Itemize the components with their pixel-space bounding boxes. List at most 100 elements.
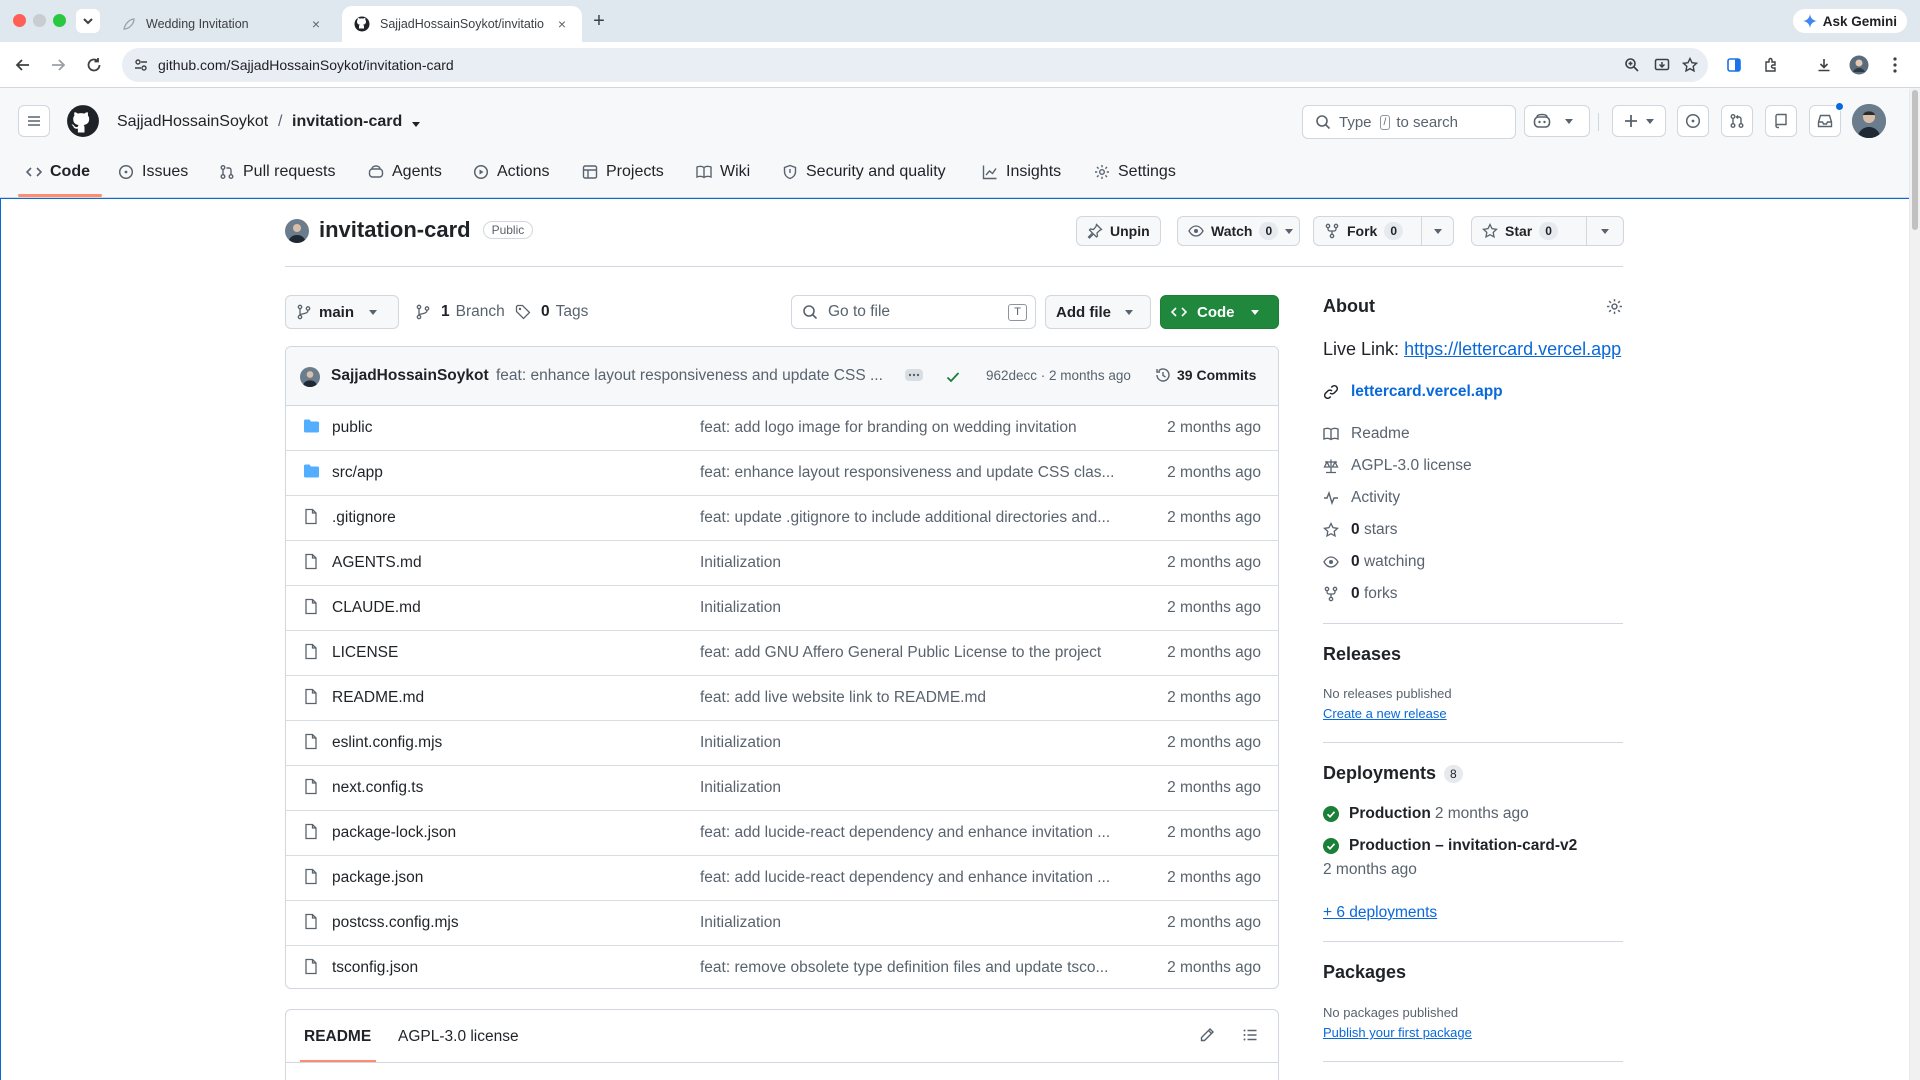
file-name[interactable]: eslint.config.mjs [332, 734, 442, 752]
owner-link[interactable]: SajjadHossainSoykot [117, 113, 268, 131]
minimize-window-button[interactable] [33, 14, 46, 27]
file-row[interactable]: README.md feat: add live website link to … [286, 676, 1278, 721]
file-commit-message[interactable]: Initialization [700, 734, 1130, 752]
publish-package-link[interactable]: Publish your first package [1323, 1025, 1472, 1040]
file-name[interactable]: LICENSE [332, 644, 398, 662]
file-commit-message[interactable]: feat: update .gitignore to include addit… [700, 509, 1130, 527]
close-tab-icon[interactable]: × [554, 16, 570, 32]
file-commit-message[interactable]: feat: add logo image for branding on wed… [700, 419, 1130, 437]
file-commit-message[interactable]: Initialization [700, 554, 1130, 572]
pull-requests-button[interactable] [1721, 105, 1753, 137]
file-commit-message[interactable]: Initialization [700, 779, 1130, 797]
extensions-button[interactable] [1760, 54, 1782, 76]
tab-pull-requests[interactable]: Pull requests [219, 148, 336, 196]
file-row[interactable]: next.config.ts Initialization 2 months ago [286, 766, 1278, 811]
fork-options-button[interactable] [1421, 216, 1454, 246]
deployments-heading[interactable]: Deployments 8 [1323, 763, 1463, 784]
file-name[interactable]: public [332, 419, 373, 437]
license-link[interactable]: AGPL-3.0 license [1323, 457, 1472, 475]
file-commit-message[interactable]: feat: enhance layout responsiveness and … [700, 464, 1130, 482]
file-row[interactable]: package-lock.json feat: add lucide-react … [286, 811, 1278, 856]
install-app-icon[interactable] [1654, 57, 1670, 73]
website-link[interactable]: lettercard.vercel.app [1323, 383, 1503, 401]
fork-button[interactable]: Fork 0 [1313, 216, 1422, 246]
commit-hash-age[interactable]: 962decc · 2 months ago [986, 368, 1131, 383]
deployment-item[interactable]: Production 2 months ago [1323, 805, 1529, 823]
releases-heading[interactable]: Releases [1323, 644, 1401, 665]
tab-settings[interactable]: Settings [1094, 148, 1176, 196]
tab-issues[interactable]: Issues [118, 148, 188, 196]
file-row[interactable]: package.json feat: add lucide-react depen… [286, 856, 1278, 901]
file-commit-message[interactable]: feat: add live website link to README.md [700, 689, 1130, 707]
issues-button[interactable] [1677, 105, 1709, 137]
forward-button[interactable] [47, 54, 69, 76]
file-name[interactable]: CLAUDE.md [332, 599, 421, 617]
file-row[interactable]: tsconfig.json feat: remove obsolete type … [286, 946, 1278, 988]
downloads-button[interactable] [1813, 54, 1835, 76]
repositories-button[interactable] [1765, 105, 1797, 137]
commit-author[interactable]: SajjadHossainSoykot [331, 367, 489, 385]
check-icon[interactable] [945, 369, 961, 385]
menu-button[interactable] [18, 105, 50, 137]
deployment-item[interactable]: Production – invitation-card-v2 [1323, 837, 1577, 855]
file-row[interactable]: public feat: add logo image for branding … [286, 406, 1278, 451]
file-row[interactable]: postcss.config.mjs Initialization 2 months… [286, 901, 1278, 946]
add-file-button[interactable]: Add file [1045, 295, 1151, 329]
commit-author-avatar[interactable] [300, 367, 320, 387]
close-window-button[interactable] [13, 14, 26, 27]
scrollbar-thumb[interactable] [1912, 90, 1918, 230]
star-lists-button[interactable] [1586, 216, 1624, 246]
more-deployments-link[interactable]: + 6 deployments [1323, 904, 1437, 922]
file-name[interactable]: .gitignore [332, 509, 396, 527]
list-unordered-icon[interactable] [1242, 1027, 1258, 1043]
owner-avatar[interactable] [285, 219, 309, 243]
file-name[interactable]: README.md [332, 689, 424, 707]
file-row[interactable]: LICENSE feat: add GNU Affero General Publ… [286, 631, 1278, 676]
file-name[interactable]: AGENTS.md [332, 554, 422, 572]
license-tab[interactable]: AGPL-3.0 license [398, 1028, 519, 1046]
page-scrollbar[interactable] [1910, 88, 1920, 1080]
file-row[interactable]: eslint.config.mjs Initialization 2 months … [286, 721, 1278, 766]
maximize-window-button[interactable] [53, 14, 66, 27]
user-avatar[interactable] [1852, 104, 1886, 138]
close-tab-icon[interactable]: × [308, 16, 324, 32]
search-input[interactable]: Type / to search [1302, 105, 1516, 139]
file-row[interactable]: src/app feat: enhance layout responsivene… [286, 451, 1278, 496]
ask-gemini-button[interactable]: Ask Gemini [1791, 8, 1908, 34]
tab-projects[interactable]: Projects [582, 148, 664, 196]
reload-button[interactable] [83, 54, 105, 76]
zoom-icon[interactable] [1624, 57, 1640, 73]
tab-actions[interactable]: Actions [473, 148, 549, 196]
file-name[interactable]: postcss.config.mjs [332, 914, 459, 932]
readme-link[interactable]: Readme [1323, 425, 1410, 443]
file-commit-message[interactable]: feat: add lucide-react dependency and en… [700, 824, 1130, 842]
branches-link[interactable]: 1 Branch [415, 303, 505, 321]
file-name[interactable]: tsconfig.json [332, 959, 418, 977]
tab-search-button[interactable] [76, 9, 100, 33]
file-name[interactable]: package.json [332, 869, 423, 887]
create-release-link[interactable]: Create a new release [1323, 706, 1447, 721]
file-name[interactable]: package-lock.json [332, 824, 456, 842]
copilot-button[interactable] [1524, 105, 1590, 137]
tab-insights[interactable]: Insights [982, 148, 1061, 196]
watchers-link[interactable]: 0 watching [1323, 553, 1425, 571]
stars-link[interactable]: 0 stars [1323, 521, 1398, 539]
browser-menu-button[interactable] [1884, 54, 1906, 76]
browser-tab-github[interactable]: SajjadHossainSoykot/invitatio × [342, 6, 582, 42]
address-bar[interactable]: github.com/SajjadHossainSoykot/invitatio… [122, 48, 1708, 82]
tab-code[interactable]: Code [26, 148, 90, 196]
back-button[interactable] [12, 54, 34, 76]
tab-wiki[interactable]: Wiki [696, 148, 750, 196]
commits-link[interactable]: 39 Commits [1155, 367, 1256, 383]
activity-link[interactable]: Activity [1323, 489, 1400, 507]
packages-heading[interactable]: Packages [1323, 962, 1406, 983]
file-commit-message[interactable]: Initialization [700, 599, 1130, 617]
repo-link[interactable]: invitation-card [292, 113, 402, 131]
tab-agents[interactable]: Agents [368, 148, 442, 196]
github-logo-icon[interactable] [66, 104, 100, 138]
profile-button[interactable] [1848, 54, 1870, 76]
side-panel-button[interactable] [1723, 54, 1745, 76]
new-tab-button[interactable]: + [588, 10, 610, 32]
create-new-button[interactable] [1612, 105, 1666, 137]
browser-tab-wedding[interactable]: Wedding Invitation × [110, 6, 336, 42]
